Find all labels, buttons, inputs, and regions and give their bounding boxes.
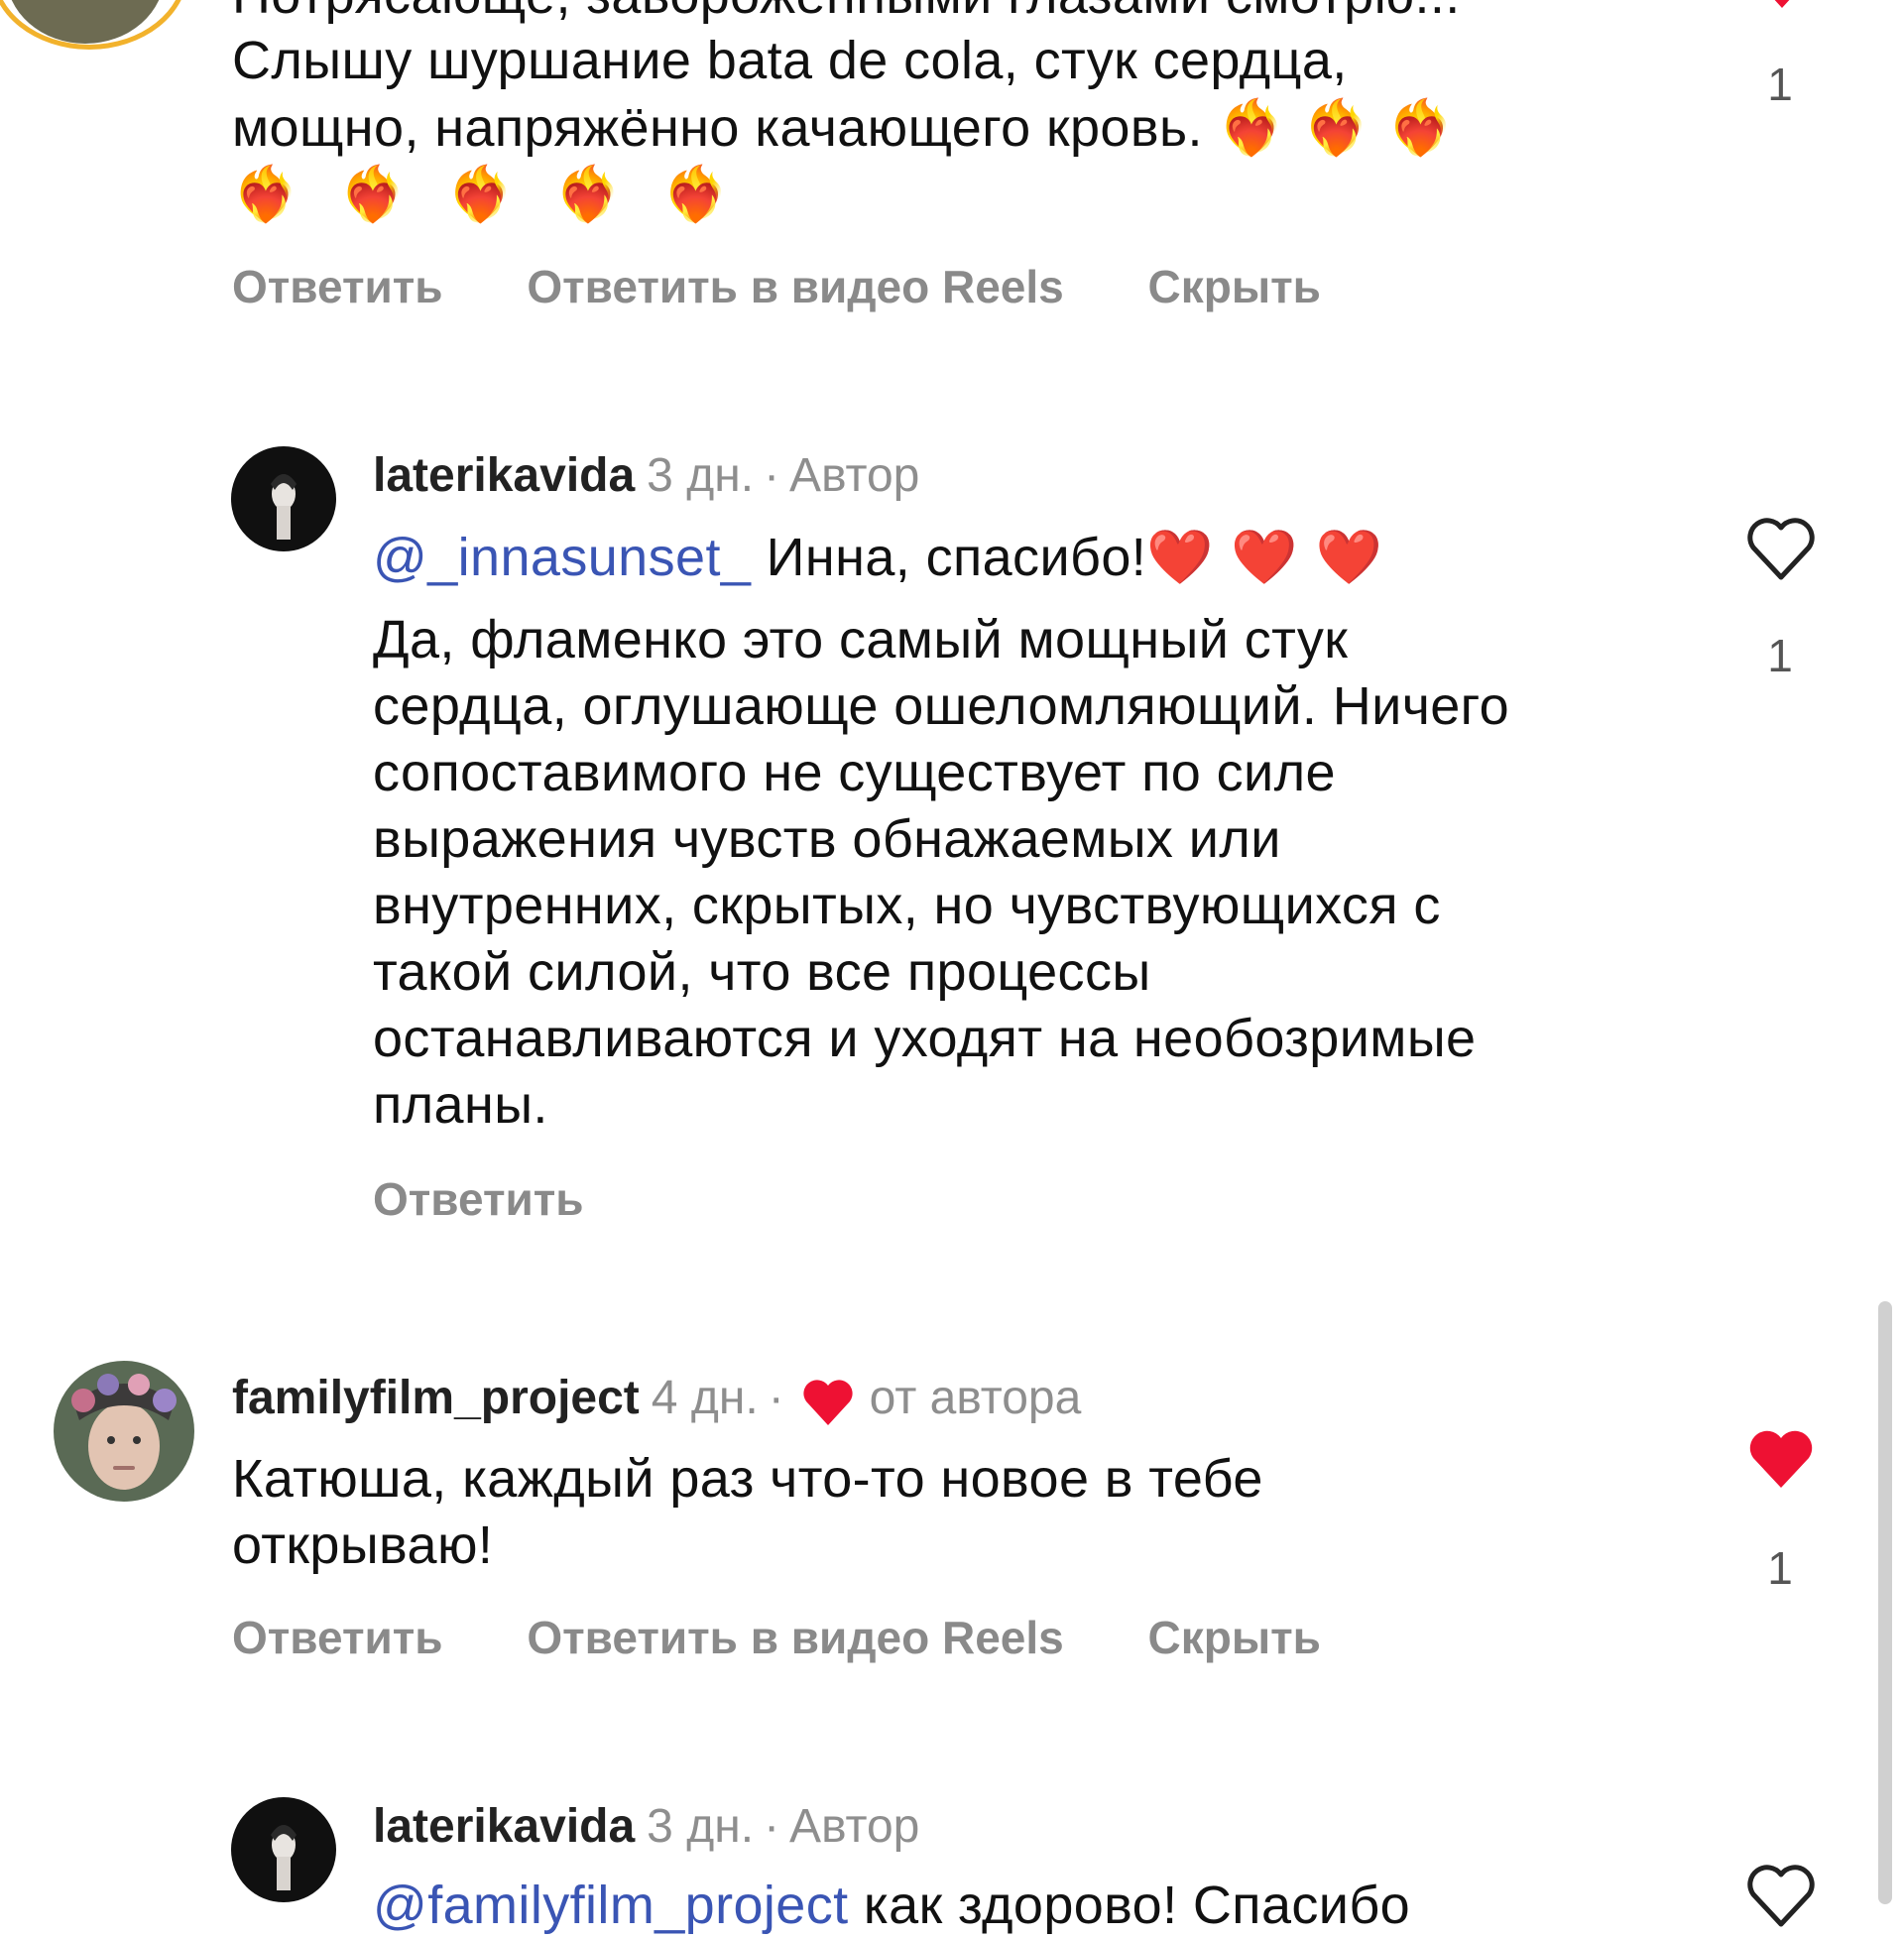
comment-meta: laterikavida 3 дн. · Автор (373, 1797, 919, 1857)
reply-first-line: @familyfilm_project как здорово! Спасибо (373, 1876, 1411, 1935)
reply-reels-button[interactable]: Ответить в видео Reels (527, 1612, 1063, 1663)
red-heart-emoji: ❤️ ❤️ ❤️ (1146, 526, 1383, 588)
author-badge: Автор (789, 449, 920, 502)
reply-button[interactable]: Ответить (232, 261, 443, 312)
heart-filled-icon[interactable] (1750, 0, 1814, 10)
username[interactable]: laterikavida (373, 449, 635, 502)
comment-meta: laterikavida 3 дн. · Автор (373, 446, 919, 506)
comment-text: Потрясающе, завороженными глазами смотрю… (232, 0, 1670, 29)
heart-outline-icon[interactable] (1745, 1865, 1817, 1928)
mention-link[interactable]: @familyfilm_project (373, 1876, 849, 1935)
timestamp: 4 дн. (651, 1372, 759, 1424)
avatar[interactable] (231, 446, 336, 551)
comment-actions: Ответить Ответить в видео Reels Скрыть (232, 260, 1392, 313)
reply-reels-button[interactable]: Ответить в видео Reels (527, 261, 1063, 312)
separator: · (764, 1800, 780, 1853)
reply-button[interactable]: Ответить (232, 1612, 443, 1663)
comment-text: Катюша, каждый раз что-то новое в тебе о… (232, 1449, 1263, 1575)
heart-on-fire-emoji: ❤️‍🔥 ❤️‍🔥 ❤️‍🔥 ❤️‍🔥 ❤️‍🔥 (232, 163, 741, 225)
like-count: 1 (1767, 630, 1793, 681)
heart-on-fire-emoji: ❤️‍🔥 ❤️‍🔥 ❤️‍🔥 (1218, 96, 1455, 159)
like-count: 1 (1767, 59, 1793, 110)
heart-filled-icon (803, 1380, 853, 1425)
reply-first-line: @_innasunset_ Инна, спасибо!❤️ ❤️ ❤️ (373, 526, 1383, 588)
username[interactable]: familyfilm_project (232, 1372, 640, 1424)
comment-actions: Ответить Ответить в видео Reels Скрыть (232, 1611, 1392, 1664)
timestamp: 3 дн. (647, 1800, 755, 1853)
reply-actions: Ответить (373, 1172, 655, 1226)
hide-button[interactable]: Скрыть (1148, 1612, 1321, 1663)
separator: · (768, 1372, 784, 1424)
heart-filled-icon[interactable] (1745, 1428, 1817, 1492)
comment-meta: familyfilm_project 4 дн. · от автора (232, 1369, 1081, 1428)
hide-button[interactable]: Скрыть (1148, 261, 1321, 312)
avatar[interactable] (54, 1361, 194, 1502)
like-count: 1 (1767, 1542, 1793, 1594)
comment-text: Слышу шуршание bata de cola, стук сердца… (232, 31, 1348, 90)
reply-body: Да, фламенко это самый мощный стук сердц… (373, 610, 1510, 1135)
timestamp: 3 дн. (647, 449, 755, 502)
author-badge: Автор (789, 1800, 920, 1853)
reply-button[interactable]: Ответить (373, 1173, 584, 1225)
separator: · (764, 449, 780, 502)
liked-by-author-label: от автора (869, 1372, 1082, 1424)
comment-text: мощно, напряжённо качающего кровь. ❤️‍🔥 … (232, 96, 1455, 159)
heart-outline-icon[interactable] (1745, 518, 1817, 581)
mention-link[interactable]: @_innasunset_ (373, 528, 751, 587)
avatar[interactable] (231, 1797, 336, 1902)
scrollbar[interactable] (1878, 1301, 1892, 1904)
username[interactable]: laterikavida (373, 1800, 635, 1853)
